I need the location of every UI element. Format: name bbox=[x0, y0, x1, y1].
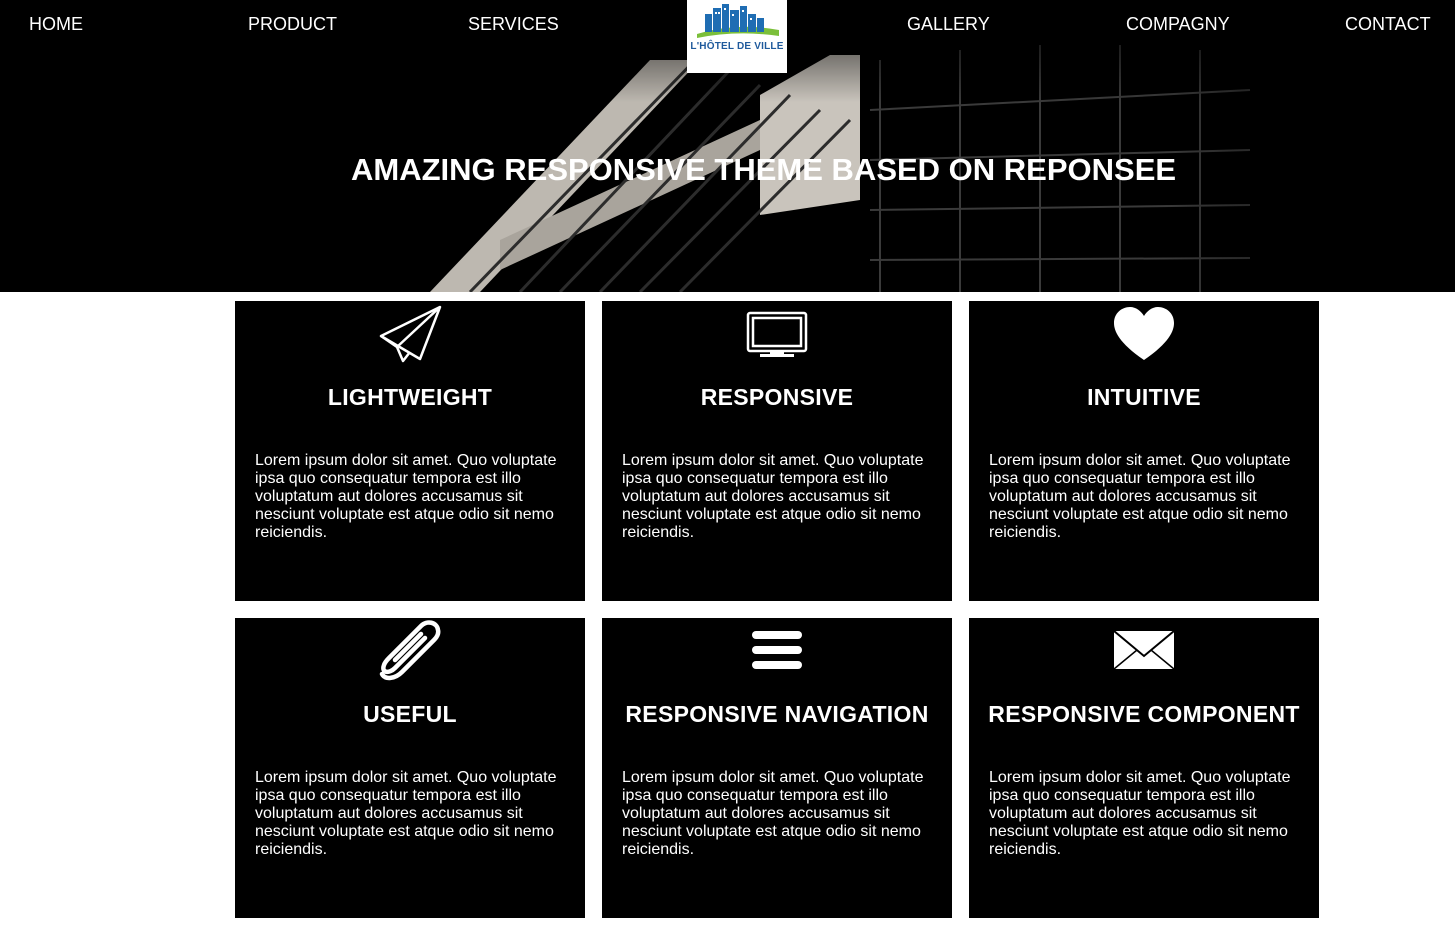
nav-product[interactable]: PRODUCT bbox=[248, 14, 337, 35]
logo-text: L'HÔTEL DE VILLE bbox=[690, 41, 784, 52]
nav-gallery[interactable]: GALLERY bbox=[907, 14, 990, 35]
feature-description: Lorem ipsum dolor sit amet. Quo voluptat… bbox=[622, 452, 924, 541]
feature-title: INTUITIVE bbox=[1087, 384, 1201, 410]
paper-plane-icon bbox=[379, 305, 442, 363]
feature-card-lightweight: LIGHTWEIGHT Lorem ipsum dolor sit amet. … bbox=[235, 301, 585, 601]
feature-title: RESPONSIVE COMPONENT bbox=[988, 701, 1300, 727]
feature-title: RESPONSIVE NAVIGATION bbox=[625, 701, 929, 727]
feature-card-intuitive: INTUITIVE Lorem ipsum dolor sit amet. Qu… bbox=[969, 301, 1319, 601]
feature-card-useful: USEFUL Lorem ipsum dolor sit amet. Quo v… bbox=[235, 618, 585, 918]
envelope-icon bbox=[1113, 630, 1175, 670]
heart-icon bbox=[1114, 307, 1174, 360]
nav-home[interactable]: HOME bbox=[29, 14, 83, 35]
nav-contact[interactable]: CONTACT bbox=[1345, 14, 1431, 35]
feature-card-responsive-navigation: RESPONSIVE NAVIGATION Lorem ipsum dolor … bbox=[602, 618, 952, 918]
feature-description: Lorem ipsum dolor sit amet. Quo voluptat… bbox=[989, 452, 1291, 541]
feature-description: Lorem ipsum dolor sit amet. Quo voluptat… bbox=[255, 769, 557, 858]
nav-services[interactable]: SERVICES bbox=[468, 14, 559, 35]
nav-compagny[interactable]: COMPAGNY bbox=[1126, 14, 1230, 35]
site-logo[interactable]: L'HÔTEL DE VILLE bbox=[687, 0, 787, 73]
hamburger-menu-icon bbox=[752, 631, 802, 669]
monitor-icon bbox=[746, 311, 808, 357]
paperclip-icon bbox=[379, 620, 441, 681]
feature-title: USEFUL bbox=[363, 701, 457, 727]
feature-description: Lorem ipsum dolor sit amet. Quo voluptat… bbox=[622, 769, 924, 858]
feature-description: Lorem ipsum dolor sit amet. Quo voluptat… bbox=[255, 452, 557, 541]
feature-title: LIGHTWEIGHT bbox=[327, 384, 493, 410]
feature-card-responsive-component: RESPONSIVE COMPONENT Lorem ipsum dolor s… bbox=[969, 618, 1319, 918]
feature-title: RESPONSIVE bbox=[700, 384, 854, 410]
feature-card-responsive: RESPONSIVE Lorem ipsum dolor sit amet. Q… bbox=[602, 301, 952, 601]
feature-description: Lorem ipsum dolor sit amet. Quo voluptat… bbox=[989, 769, 1291, 858]
hero-title: AMAZING RESPONSIVE THEME BASED ON REPONS… bbox=[351, 152, 1177, 187]
city-skyline-logo-icon bbox=[697, 4, 779, 38]
